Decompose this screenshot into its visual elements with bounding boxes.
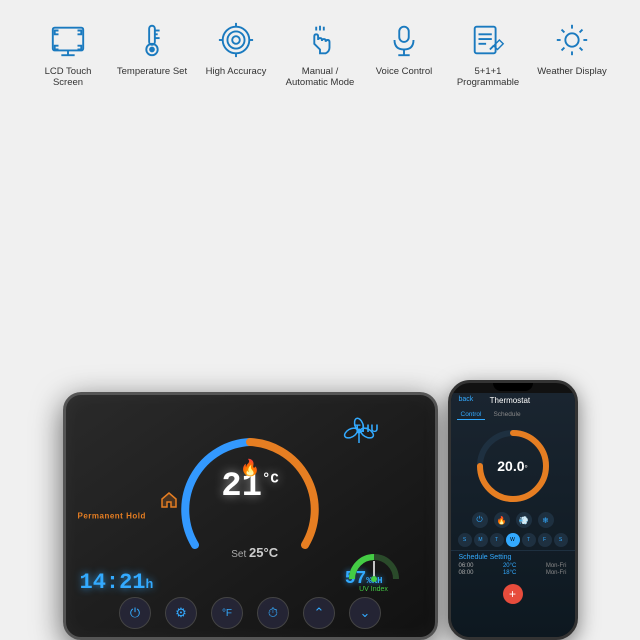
phone-mode-buttons[interactable]: ⏻ 🔥 💨 ❄ <box>470 510 556 530</box>
add-schedule-button[interactable]: + <box>503 584 523 604</box>
feature-lcd-label: LCD Touch Screen <box>30 66 106 89</box>
thermostat-device: Permanent Hold THU <box>63 392 438 640</box>
phone-header: back Thermostat <box>451 393 575 408</box>
feature-high-accuracy: High Accuracy <box>198 18 274 77</box>
day-selector[interactable]: S M T W T F S <box>452 530 574 550</box>
schedule-row-2: 08:00 18°C Mon-Fri <box>459 570 567 576</box>
target-icon <box>214 18 258 62</box>
time-display: 14:21h <box>80 570 154 595</box>
phone-schedule-section: Schedule Setting 06:00 20°C Mon-Fri 08:0… <box>451 550 575 580</box>
feature-weather-display: Weather Display <box>534 18 610 77</box>
feature-voice-label: Voice Control <box>376 66 433 77</box>
feature-temp-set: Temperature Set <box>114 18 190 77</box>
day-sat[interactable]: S <box>554 533 568 547</box>
phone-screen: back Thermostat Control Schedule 20.0° <box>451 393 575 637</box>
feature-manual-auto: Manual / Automatic Mode <box>282 18 358 89</box>
phone-gauge-area: 20.0° <box>451 422 575 510</box>
set-temperature: Set 25°C <box>231 545 278 560</box>
tab-control[interactable]: Control <box>457 410 486 420</box>
day-mon[interactable]: M <box>474 533 488 547</box>
phone-cool-btn[interactable]: ❄ <box>538 512 554 528</box>
down-button[interactable]: ⌄ <box>349 597 381 629</box>
flame-icon: 🔥 <box>240 458 260 478</box>
day-wed[interactable]: W <box>506 533 520 547</box>
day-fri[interactable]: F <box>538 533 552 547</box>
mic-icon <box>382 18 426 62</box>
day-thu[interactable]: T <box>522 533 536 547</box>
fan-button[interactable]: ⚙ <box>165 597 197 629</box>
back-button[interactable]: back <box>459 396 474 405</box>
feature-prog-label: 5+1+1 Programmable <box>450 66 526 89</box>
up-button[interactable]: ⌃ <box>303 597 335 629</box>
phone-heat-btn[interactable]: 🔥 <box>494 512 510 528</box>
permanent-hold-label: Permanent Hold <box>78 512 146 521</box>
feature-accuracy-label: High Accuracy <box>206 66 267 77</box>
schedule-title: Schedule Setting <box>459 554 567 561</box>
thermometer-icon <box>130 18 174 62</box>
power-button[interactable]: ⏻ <box>119 597 151 629</box>
schedule-button[interactable]: ⏱ <box>257 597 289 629</box>
lcd-touch-icon <box>46 18 90 62</box>
phone-tabs[interactable]: Control Schedule <box>451 408 575 422</box>
day-sun[interactable]: S <box>458 533 472 547</box>
home-icon <box>160 491 178 512</box>
schedule-row-1: 06:00 20°C Mon-Fri <box>459 563 567 569</box>
phone-notch <box>493 383 533 391</box>
phone-power-btn[interactable]: ⏻ <box>472 512 488 528</box>
day-tue[interactable]: T <box>490 533 504 547</box>
unit-button[interactable]: °F <box>211 597 243 629</box>
edit-icon <box>466 18 510 62</box>
wind-weather-icon <box>341 417 377 450</box>
features-row: LCD Touch Screen Temperature Set <box>0 0 640 99</box>
feature-weather-label: Weather Display <box>537 66 607 77</box>
tab-schedule[interactable]: Schedule <box>489 410 524 420</box>
phone-temp-gauge: 20.0° <box>473 426 553 506</box>
product-area: Permanent Hold THU <box>0 99 640 640</box>
feature-voice-control: Voice Control <box>366 18 442 77</box>
feature-lcd-touch: LCD Touch Screen <box>30 18 106 89</box>
feature-programmable: 5+1+1 Programmable <box>450 18 526 89</box>
feature-temp-label: Temperature Set <box>117 66 187 77</box>
control-buttons[interactable]: ⏻ ⚙ °F ⏱ ⌃ ⌄ <box>119 597 381 629</box>
thermostat-screen: Permanent Hold THU <box>66 395 435 637</box>
uv-label: UV Index <box>348 586 400 593</box>
phone-mockup: back Thermostat Control Schedule 20.0° <box>448 380 578 640</box>
sun-icon <box>550 18 594 62</box>
hand-icon <box>298 18 342 62</box>
phone-fan-btn[interactable]: 💨 <box>516 512 532 528</box>
feature-manual-label: Manual / Automatic Mode <box>282 66 358 89</box>
uv-index-gauge: UV Index <box>348 551 400 593</box>
phone-title: Thermostat <box>490 396 530 405</box>
